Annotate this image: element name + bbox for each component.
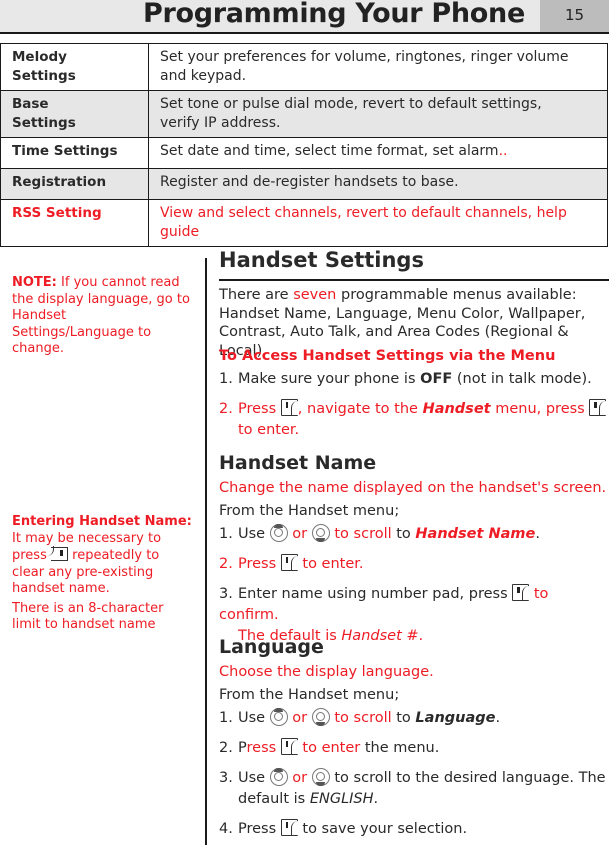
from-menu-text: From the Handset menu; — [219, 687, 400, 703]
nav-up-key-icon — [269, 524, 288, 542]
menu-select-softkey-icon — [280, 399, 298, 416]
setting-description: View and select channels, revert to defa… — [148, 199, 608, 247]
setting-description: Set tone or pulse dial mode, revert to d… — [148, 90, 608, 138]
nav-up-key-icon — [269, 708, 288, 726]
table-row: Time Settings Set date and time, select … — [0, 137, 608, 169]
settings-table: Melody Settings Set your preferences for … — [0, 43, 608, 247]
from-menu-text: From the Handset menu; — [219, 503, 400, 519]
page-header: Programming Your Phone 15 — [0, 0, 609, 34]
step-item: 3. Use or to scroll to the desired langua… — [219, 768, 606, 807]
setting-name: Registration — [0, 168, 149, 200]
page-title: Programming Your Phone — [142, 0, 525, 29]
language-description: Choose the display language. — [219, 664, 434, 680]
section-title-handset-name: Handset Name — [219, 452, 377, 474]
nav-down-key-icon — [311, 768, 330, 786]
step-item: 1. Make sure your phone is OFF (not in ta… — [219, 371, 592, 387]
menu-select-softkey-icon — [280, 554, 298, 571]
step-item: 2. Press to enter. — [219, 554, 364, 572]
title-rule — [219, 279, 609, 281]
menu-select-softkey-icon — [280, 738, 298, 755]
menu-select-softkey-icon — [589, 399, 607, 416]
setting-name: Melody Settings — [0, 43, 149, 91]
nav-down-key-icon — [311, 524, 330, 542]
section-title-language: Language — [219, 636, 324, 658]
clear-key-icon — [51, 546, 68, 561]
nav-down-key-icon — [311, 708, 330, 726]
step-item: 2. Press , navigate to the Handset menu, … — [219, 399, 609, 441]
step-item: 2. Press to enter the menu. — [219, 738, 440, 756]
handset-name-note: Entering Handset Name: It may be necessa… — [12, 514, 192, 633]
table-row: Melody Settings Set your preferences for … — [0, 43, 608, 91]
handset-name-description: Change the name displayed on the handset… — [219, 480, 607, 496]
table-row: RSS Setting View and select channels, re… — [0, 199, 608, 247]
step-item: 4. Press to save your selection. — [219, 819, 468, 837]
setting-name: RSS Setting — [0, 199, 149, 247]
table-row: Base Settings Set tone or pulse dial mode… — [0, 90, 608, 138]
setting-name: Time Settings — [0, 137, 149, 169]
language-note: NOTE: If you cannot read the display lan… — [12, 275, 190, 356]
section-title-handset-settings: Handset Settings — [219, 248, 424, 272]
setting-description: Register and de-register handsets to bas… — [148, 168, 608, 200]
menu-select-softkey-icon — [512, 584, 530, 601]
setting-description: Set date and time, select time format, s… — [148, 137, 608, 169]
menu-select-softkey-icon — [280, 819, 298, 836]
step-item: 1. Use or to scroll to Language. — [219, 708, 501, 726]
table-row: Registration Register and de-register ha… — [0, 168, 608, 200]
setting-description: Set your preferences for volume, rington… — [148, 43, 608, 91]
setting-name: Base Settings — [0, 90, 149, 138]
step-item: 1. Use or to scroll to Handset Name. — [219, 524, 540, 542]
nav-up-key-icon — [269, 768, 288, 786]
access-heading: To Access Handset Settings via the Menu — [219, 348, 556, 364]
page-number: 15 — [540, 0, 609, 32]
character-limit-note: There is an 8-character limit to handset… — [12, 600, 164, 633]
column-divider — [205, 258, 207, 845]
